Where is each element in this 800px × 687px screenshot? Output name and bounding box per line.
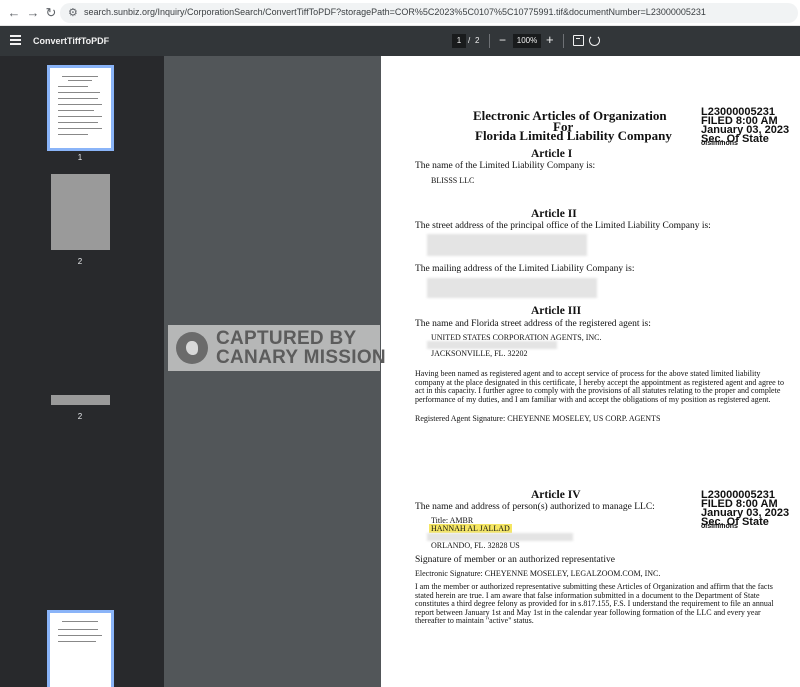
rotate-icon[interactable] bbox=[589, 35, 600, 46]
captured-by-watermark: CAPTURED BY CANARY MISSION bbox=[168, 325, 386, 371]
article-text: The mailing address of the Limited Liabi… bbox=[415, 264, 635, 274]
article-heading: Article III bbox=[531, 305, 582, 317]
article-text: The name and address of person(s) author… bbox=[415, 502, 655, 512]
arrow-left-icon[interactable]: ← bbox=[6, 5, 22, 21]
reload-icon[interactable]: ↻ bbox=[43, 5, 59, 21]
article-text: The name of the Limited Liability Compan… bbox=[415, 161, 596, 171]
document-title: ConvertTiffToPDF bbox=[33, 36, 110, 46]
page-thumbnail[interactable] bbox=[51, 395, 110, 405]
article-text: The street address of the principal offi… bbox=[415, 221, 711, 231]
thumbnail-label: 2 bbox=[77, 412, 83, 421]
url-field[interactable]: ⚙ search.sunbiz.org/Inquiry/CorporationS… bbox=[60, 3, 798, 23]
zoom-level-input[interactable]: 100% bbox=[513, 34, 541, 48]
affirmation-paragraph: I am the member or authorized representa… bbox=[415, 582, 774, 626]
signature-heading: Signature of member or an authorized rep… bbox=[415, 555, 615, 565]
url-text[interactable]: search.sunbiz.org/Inquiry/CorporationSea… bbox=[84, 7, 792, 17]
zoom-in-button[interactable]: + bbox=[546, 32, 554, 47]
toolbar-divider bbox=[563, 34, 564, 48]
redacted-address bbox=[427, 278, 597, 298]
agent-signature: Registered Agent Signature: CHEYENNE MOS… bbox=[415, 414, 661, 423]
manager-name: HANNAH AL JALLAD bbox=[429, 524, 512, 533]
article-heading: Article I bbox=[531, 148, 573, 160]
pdf-viewer: Electronic Articles of Organization For … bbox=[164, 56, 800, 687]
thumbnail-label: 2 bbox=[77, 257, 83, 266]
redacted-address bbox=[427, 341, 557, 349]
article-heading: Article IV bbox=[531, 489, 581, 501]
browser-address-bar: ← → ↻ ⚙ search.sunbiz.org/Inquiry/Corpor… bbox=[0, 0, 800, 26]
watermark-line: CAPTURED BY bbox=[216, 328, 357, 349]
site-info-icon[interactable]: ⚙ bbox=[68, 6, 78, 19]
pdf-toolbar: ConvertTiffToPDF 1 / 2 − 100% + bbox=[0, 26, 800, 56]
page-separator: / bbox=[468, 36, 471, 45]
arrow-right-icon[interactable]: → bbox=[25, 5, 41, 21]
thumbnail-label: 1 bbox=[77, 153, 83, 162]
watermark-line: CANARY MISSION bbox=[216, 347, 386, 368]
agent-city: JACKSONVILLE, FL. 32202 bbox=[431, 349, 528, 358]
filing-stamp-user: oisimmons bbox=[701, 140, 738, 147]
document-title-line: Florida Limited Liability Company bbox=[475, 128, 672, 143]
canary-logo-icon bbox=[176, 332, 208, 364]
page-thumbnail[interactable] bbox=[47, 610, 114, 687]
toolbar-divider bbox=[489, 34, 490, 48]
fit-page-icon[interactable] bbox=[573, 35, 584, 46]
page-thumbnail[interactable] bbox=[47, 65, 114, 151]
agent-acceptance-paragraph: Having been named as registered agent an… bbox=[415, 369, 784, 404]
page-total: 2 bbox=[475, 36, 480, 45]
pdf-page: Electronic Articles of Organization For … bbox=[381, 56, 800, 687]
page-number-input[interactable]: 1 bbox=[452, 34, 466, 48]
zoom-out-button[interactable]: − bbox=[499, 33, 506, 47]
company-name: BLISSS LLC bbox=[431, 176, 475, 185]
menu-icon[interactable] bbox=[10, 35, 21, 45]
page-thumbnail[interactable] bbox=[51, 174, 110, 250]
redacted-address bbox=[427, 533, 573, 541]
article-heading: Article II bbox=[531, 208, 577, 220]
filing-stamp-user: oisimmons bbox=[701, 523, 738, 530]
redacted-address bbox=[427, 234, 587, 256]
article-text: The name and Florida street address of t… bbox=[415, 319, 651, 329]
thumbnail-sidebar: 1 2 2 bbox=[0, 56, 164, 687]
electronic-signature: Electronic Signature: CHEYENNE MOSELEY, … bbox=[415, 569, 661, 578]
manager-city: ORLANDO, FL. 32828 US bbox=[431, 541, 520, 550]
